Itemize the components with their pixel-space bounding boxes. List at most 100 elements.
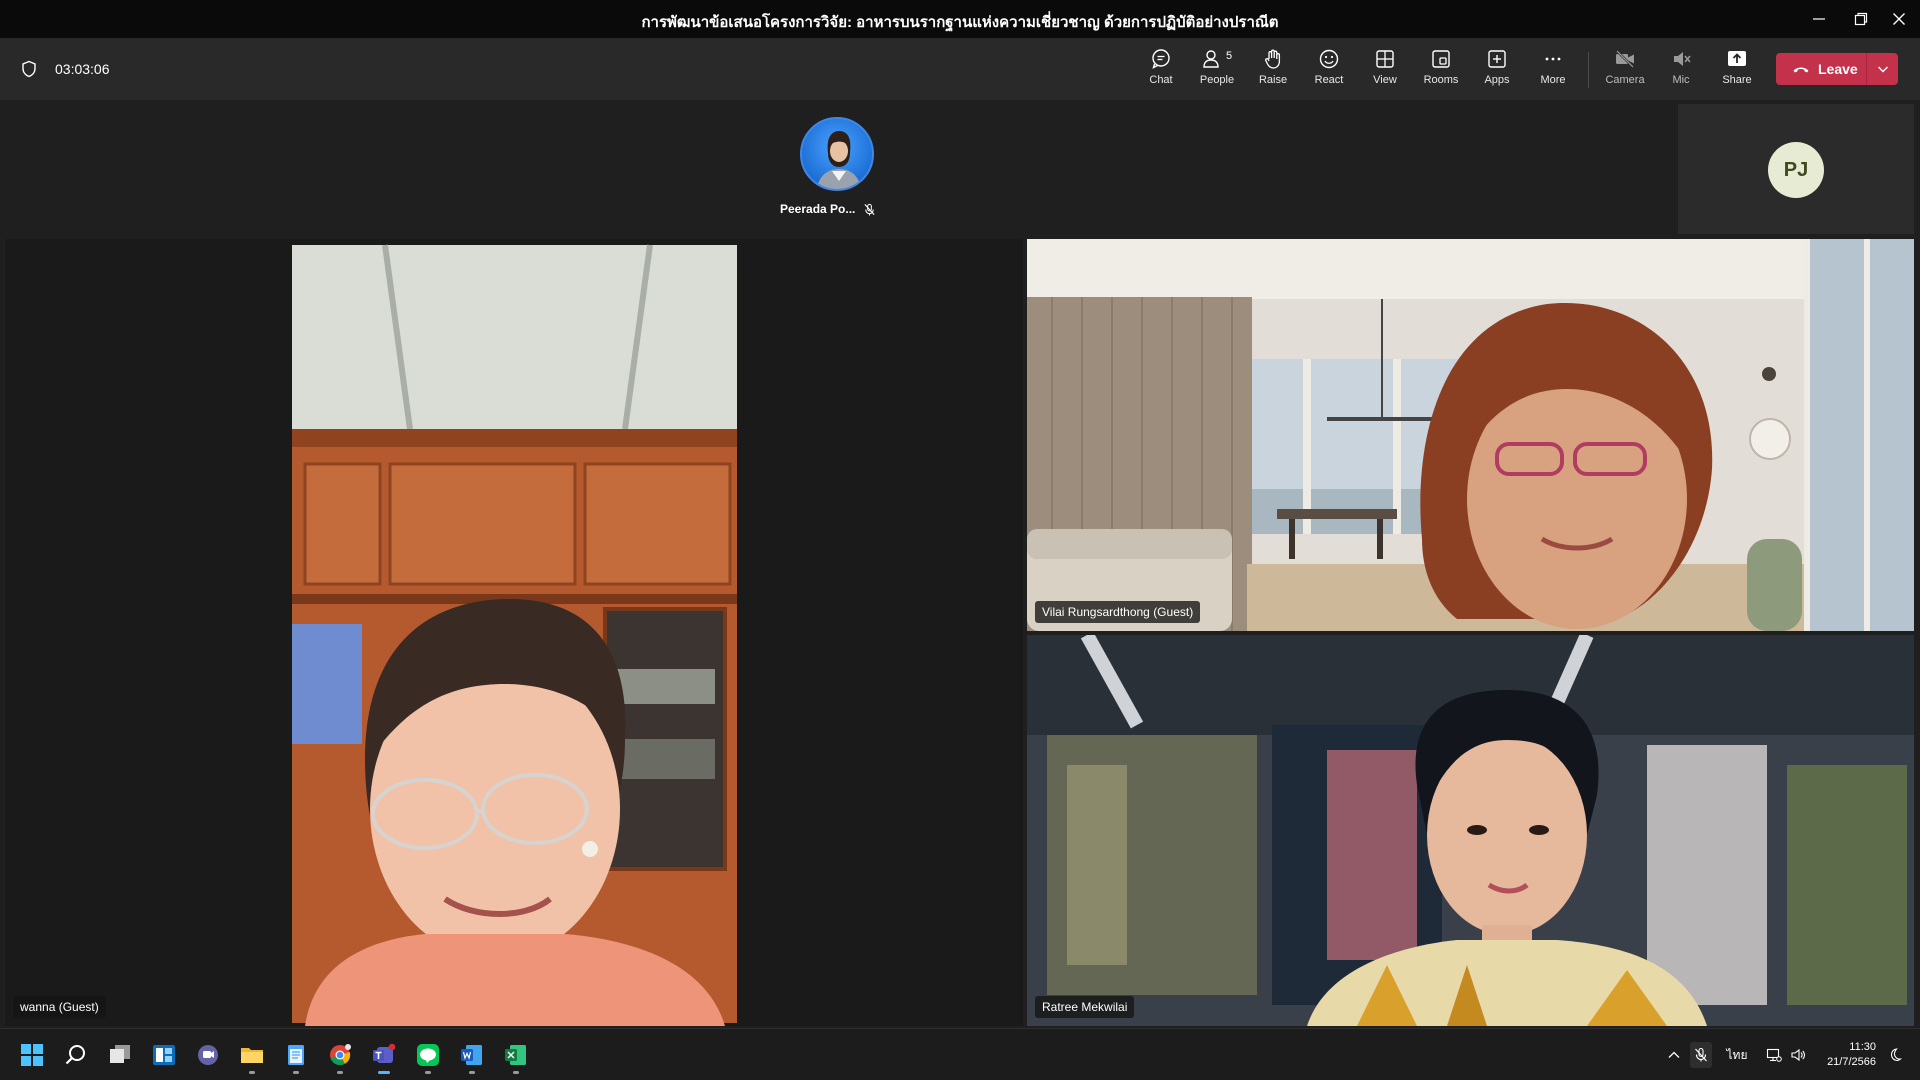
mic-button[interactable]: Mic — [1654, 48, 1708, 92]
leave-options-button[interactable] — [1867, 53, 1898, 85]
excel-button[interactable] — [500, 1039, 532, 1074]
running-indicator — [513, 1071, 519, 1074]
widgets-button[interactable] — [148, 1039, 180, 1071]
view-label: View — [1373, 74, 1397, 86]
share-label: Share — [1722, 74, 1752, 86]
mic-in-use-button[interactable] — [1690, 1042, 1712, 1068]
chevron-down-icon — [1877, 66, 1888, 73]
teams-chat-button[interactable] — [192, 1039, 224, 1071]
video-tile-vilai[interactable]: Vilai Rungsardthong (Guest) — [1027, 239, 1914, 631]
more-button[interactable]: More — [1526, 48, 1580, 92]
minimize-button[interactable] — [1796, 0, 1842, 38]
notepad-button[interactable] — [280, 1039, 312, 1074]
search-button[interactable] — [60, 1039, 92, 1071]
people-label: People — [1199, 74, 1235, 86]
clock-time: 11:30 — [1849, 1041, 1876, 1053]
volume-button[interactable] — [1788, 1045, 1808, 1065]
leave-button[interactable]: Leave — [1776, 53, 1898, 85]
avatar-pj: PJ — [1768, 142, 1824, 198]
title-bar: การพัฒนาข้อเสนอโครงการวิจัย: อาหารบนรากฐ… — [0, 0, 1920, 38]
react-button[interactable]: React — [1302, 48, 1356, 92]
notifications-button[interactable] — [1884, 1045, 1904, 1065]
excel-icon — [505, 1045, 526, 1065]
share-button[interactable]: Share — [1710, 48, 1764, 92]
chat-button[interactable]: Chat — [1134, 48, 1188, 92]
active-app-indicator — [378, 1071, 390, 1074]
network-button[interactable] — [1764, 1045, 1784, 1065]
toolbar-divider — [1588, 52, 1589, 88]
show-hidden-icons-button[interactable] — [1664, 1045, 1684, 1065]
line-button[interactable] — [412, 1039, 444, 1074]
apps-button[interactable]: Apps — [1470, 48, 1524, 92]
hang-up-icon — [1793, 67, 1809, 73]
people-button[interactable]: 5 People — [1190, 48, 1244, 92]
widgets-icon — [153, 1045, 175, 1065]
chrome-button[interactable] — [324, 1039, 356, 1074]
mic-off-icon — [1674, 52, 1691, 66]
running-indicator — [425, 1071, 431, 1074]
network-icon — [1766, 1048, 1782, 1062]
video-feed-ratree — [1027, 635, 1914, 1026]
restore-icon — [1854, 12, 1868, 26]
windows-taskbar: ไทย 11:30 21/7/2566 — [0, 1028, 1920, 1080]
window-title: การพัฒนาข้อเสนอโครงการวิจัย: อาหารบนรากฐ… — [641, 14, 1279, 31]
apps-label: Apps — [1484, 74, 1510, 86]
file-explorer-button[interactable] — [236, 1039, 268, 1074]
raise-hand-button[interactable]: Raise — [1246, 48, 1300, 92]
raise-hand-icon — [1265, 49, 1281, 69]
teams-chat-icon — [198, 1045, 218, 1065]
breakout-rooms-icon — [1432, 50, 1450, 68]
share-screen-icon — [1728, 51, 1746, 66]
running-indicator — [249, 1071, 255, 1074]
task-view-icon — [110, 1045, 130, 1063]
teams-button[interactable] — [368, 1039, 400, 1074]
close-button[interactable] — [1876, 0, 1920, 38]
word-button[interactable] — [456, 1039, 488, 1074]
camera-button[interactable]: Camera — [1598, 48, 1652, 92]
view-button[interactable]: View — [1358, 48, 1412, 92]
rooms-button[interactable]: Rooms — [1414, 48, 1468, 92]
avatar[interactable] — [800, 117, 874, 191]
chrome-icon — [330, 1044, 351, 1066]
video-feed-wanna — [5, 239, 1023, 1026]
minimize-icon — [1813, 18, 1825, 20]
participant-name-tag: Ratree Mekwilai — [1035, 996, 1135, 1018]
folder-icon — [241, 1048, 263, 1063]
participant-name-peerada: Peerada Po... — [780, 202, 890, 216]
teams-icon — [373, 1043, 396, 1063]
people-count-badge: 5 — [1226, 50, 1233, 62]
grid-view-icon — [1376, 50, 1394, 68]
chat-icon — [1152, 49, 1170, 69]
system-clock[interactable]: 11:30 21/7/2566 — [1818, 1040, 1876, 1070]
meeting-timer: 03:03:06 — [55, 61, 110, 77]
mic-muted-icon — [864, 203, 875, 216]
video-tile-ratree[interactable]: Ratree Mekwilai — [1027, 635, 1914, 1026]
mic-muted-icon — [1695, 1047, 1707, 1062]
participant-name-tag: wanna (Guest) — [13, 996, 106, 1018]
smiley-icon — [1319, 49, 1339, 69]
chevron-up-icon — [1668, 1051, 1680, 1058]
close-icon — [1893, 13, 1905, 25]
task-view-button[interactable] — [104, 1039, 136, 1071]
speaker-icon — [1791, 1048, 1805, 1062]
notepad-icon — [288, 1045, 304, 1065]
react-label: React — [1314, 74, 1344, 86]
participant-name-label: Peerada Po... — [780, 202, 856, 216]
windows-logo-icon — [21, 1044, 43, 1066]
video-tile-wanna[interactable]: wanna (Guest) — [5, 239, 1023, 1026]
video-feed-vilai — [1027, 239, 1914, 631]
start-button[interactable] — [16, 1039, 48, 1071]
add-apps-icon — [1488, 50, 1506, 68]
search-icon — [65, 1045, 85, 1065]
chat-label: Chat — [1149, 74, 1173, 86]
shield-icon — [22, 60, 36, 78]
raise-label: Raise — [1258, 74, 1288, 86]
camera-off-icon — [1616, 50, 1634, 68]
leave-call-button[interactable]: Leave — [1776, 53, 1866, 85]
input-language-button[interactable]: ไทย — [1722, 1045, 1752, 1065]
word-icon — [461, 1045, 482, 1065]
moon-icon — [1890, 1048, 1902, 1061]
clock-date: 21/7/2566 — [1827, 1056, 1876, 1068]
people-icon — [1203, 50, 1219, 68]
line-app-icon — [417, 1044, 439, 1066]
